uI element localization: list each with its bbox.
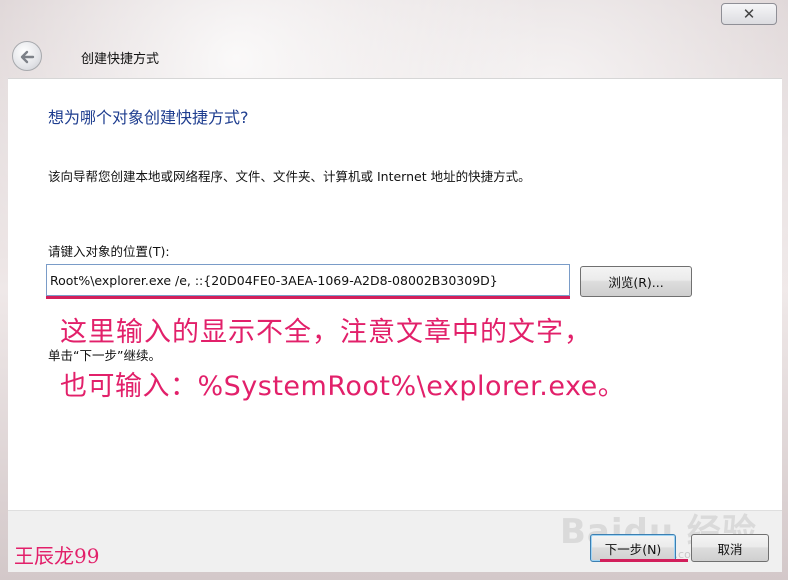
- location-input[interactable]: Root%\explorer.exe /e, ::{20D04FE0-3AEA-…: [46, 264, 570, 296]
- continue-hint: 单击“下一步”继续。: [48, 348, 161, 363]
- author-signature: 王辰龙99: [14, 544, 100, 568]
- next-annotation-underline: [600, 559, 688, 562]
- location-input-value: Root%\explorer.exe /e, ::{20D04FE0-3AEA-…: [50, 272, 498, 288]
- back-button[interactable]: [12, 41, 42, 71]
- wizard-title: 创建快捷方式: [81, 52, 160, 67]
- next-button[interactable]: 下一步(N): [590, 534, 676, 562]
- wizard-description: 该向导帮您创建本地或网络程序、文件、文件夹、计算机或 Internet 地址的快…: [48, 169, 531, 184]
- annotation-text-1: 这里输入的显示不全，注意文章中的文字，: [60, 317, 592, 348]
- close-icon: ✕: [742, 5, 756, 23]
- annotation-underline: [46, 296, 570, 299]
- cancel-button[interactable]: 取消: [691, 534, 769, 562]
- close-button[interactable]: ✕: [721, 3, 777, 25]
- browse-button[interactable]: 浏览(R)...: [580, 266, 692, 297]
- location-label: 请键入对象的位置(T):: [48, 244, 170, 259]
- annotation-text-2: 也可输入：%SystemRoot%\explorer.exe。: [60, 371, 626, 402]
- back-arrow-icon: [20, 50, 35, 64]
- page-heading: 想为哪个对象创建快捷方式?: [48, 108, 249, 127]
